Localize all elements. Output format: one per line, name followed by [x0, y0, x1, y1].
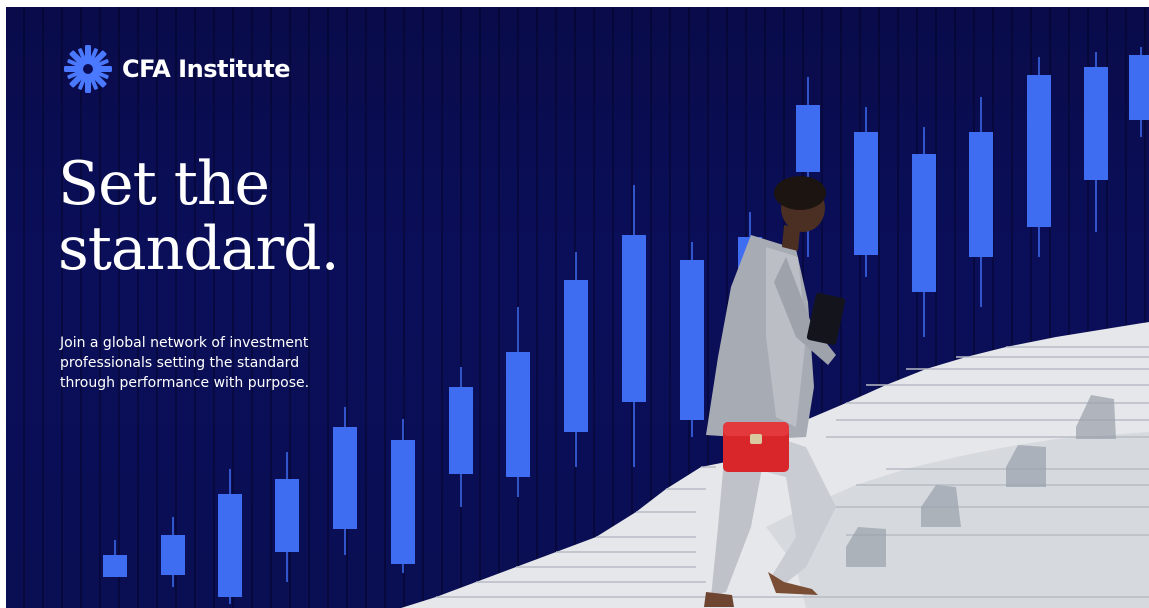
candle-body — [564, 280, 588, 432]
intro-line: through performance with purpose. — [60, 375, 310, 391]
candle-body — [275, 479, 299, 552]
candle-body — [912, 154, 936, 292]
candle-body — [449, 387, 473, 474]
candle-body — [1084, 67, 1108, 180]
intro-paragraph: Join a global network of investment prof… — [60, 333, 390, 393]
hero-illustration — [103, 47, 1149, 608]
candle-body — [103, 555, 127, 577]
candle-body — [1129, 55, 1149, 120]
intro-line: professionals setting the standard — [60, 355, 300, 371]
candle-body — [854, 132, 878, 255]
headline-line: Set the — [58, 149, 270, 219]
candle-body — [506, 352, 530, 477]
candle-body — [333, 427, 357, 529]
cfa-globe-icon — [64, 45, 112, 93]
brand-logo[interactable]: CFA Institute — [62, 43, 291, 95]
candle-body — [680, 260, 704, 420]
intro-line: Join a global network of investment — [60, 335, 309, 351]
hero-banner: CFA Institute Set the standard. Join a g… — [6, 7, 1149, 608]
headline: Set the standard. — [58, 149, 340, 284]
brand-name: CFA Institute — [122, 55, 291, 83]
candle-body — [391, 440, 415, 564]
headline-line: standard. — [58, 214, 340, 284]
candle-body — [622, 235, 646, 402]
candle-body — [161, 535, 185, 575]
candle-body — [796, 105, 820, 172]
candle-body — [218, 494, 242, 597]
candle-body — [1027, 75, 1051, 227]
candle-body — [969, 132, 993, 257]
